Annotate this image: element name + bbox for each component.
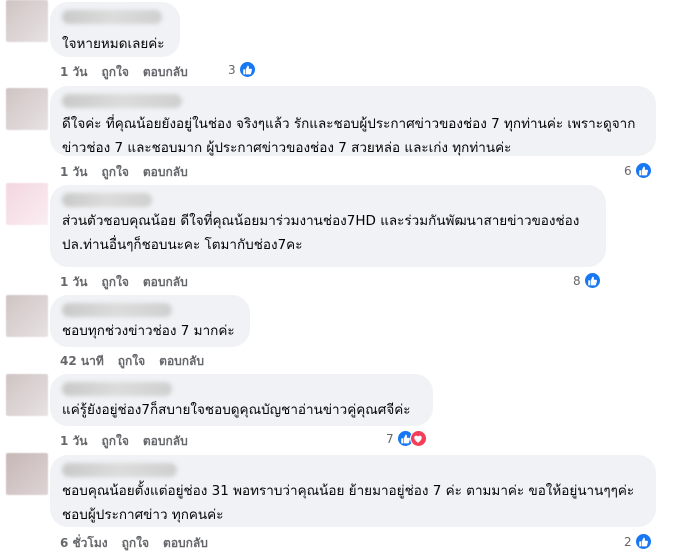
comment-text: ใจหายหมดเลยค่ะ [62, 36, 165, 52]
thumbs-up-icon [634, 533, 652, 550]
thumbs-up-icon [634, 162, 652, 179]
like-button[interactable]: ถูกใจ [118, 352, 145, 371]
comment-actions: 1 วัน ถูกใจ ตอบกลับ [60, 273, 188, 292]
like-button[interactable]: ถูกใจ [101, 163, 128, 182]
commenter-name-blurred[interactable] [62, 94, 182, 108]
comment-time[interactable]: 6 ชั่วโมง [60, 534, 108, 553]
reaction-summary[interactable]: 8 [573, 272, 601, 289]
reaction-count: 6 [624, 163, 632, 178]
comment-bubble: ส่วนตัวชอบคุณน้อย ดีใจที่คุณน้อยมาร่วมงา… [50, 185, 606, 267]
comment-text: ชอบทุกช่วงข่าวช่อง 7 มากค่ะ [62, 323, 235, 339]
commenter-name-blurred[interactable] [62, 10, 162, 24]
like-button[interactable]: ถูกใจ [122, 534, 149, 553]
like-button[interactable]: ถูกใจ [101, 432, 128, 451]
reply-button[interactable]: ตอบกลับ [143, 273, 188, 292]
commenter-name-blurred[interactable] [62, 303, 172, 317]
commenter-name-blurred[interactable] [62, 193, 152, 207]
like-button[interactable]: ถูกใจ [101, 273, 128, 292]
comment-time[interactable]: 1 วัน [60, 273, 87, 292]
comment-bubble: ใจหายหมดเลยค่ะ [50, 2, 180, 57]
comment-text: แค่รู้ยังอยู่ช่อง7ก็สบายใจชอบดูคุณบัญชาอ… [62, 402, 411, 418]
comment-actions: 42 นาที ถูกใจ ตอบกลับ [60, 352, 204, 371]
avatar[interactable] [6, 295, 48, 337]
reply-button[interactable]: ตอบกลับ [143, 432, 188, 451]
reaction-summary[interactable]: 7 [386, 430, 427, 447]
reaction-summary[interactable]: 2 [624, 533, 652, 550]
comment-bubble: แค่รู้ยังอยู่ช่อง7ก็สบายใจชอบดูคุณบัญชาอ… [50, 374, 433, 426]
avatar[interactable] [6, 183, 48, 225]
reaction-summary[interactable]: 6 [624, 162, 652, 179]
reply-button[interactable]: ตอบกลับ [143, 63, 188, 82]
reply-button[interactable]: ตอบกลับ [143, 163, 188, 182]
comment-time[interactable]: 1 วัน [60, 63, 87, 82]
like-button[interactable]: ถูกใจ [101, 63, 128, 82]
avatar[interactable] [6, 374, 48, 416]
comment-actions: 6 ชั่วโมง ถูกใจ ตอบกลับ [60, 534, 208, 553]
comment-time[interactable]: 1 วัน [60, 163, 87, 182]
reaction-summary[interactable]: 3 [228, 61, 256, 78]
comment-time[interactable]: 42 นาที [60, 352, 104, 371]
comment-bubble: ดีใจค่ะ ที่คุณน้อยยังอยู่ในช่อง จริงๆแล้… [50, 86, 656, 156]
avatar[interactable] [6, 88, 48, 130]
commenter-name-blurred[interactable] [62, 382, 172, 396]
comment-time[interactable]: 1 วัน [60, 432, 87, 451]
comment-actions: 1 วัน ถูกใจ ตอบกลับ [60, 432, 188, 451]
avatar[interactable] [6, 0, 48, 42]
comment-text: ส่วนตัวชอบคุณน้อย ดีใจที่คุณน้อยมาร่วมงา… [62, 213, 580, 253]
commenter-name-blurred[interactable] [62, 463, 177, 477]
reply-button[interactable]: ตอบกลับ [163, 534, 208, 553]
reaction-count: 8 [573, 273, 581, 288]
comment-text: ชอบคุณน้อยตั้งแต่อยู่ช่อง 31 พอทราบว่าคุ… [62, 483, 635, 523]
heart-icon [409, 430, 427, 447]
reaction-count: 2 [624, 534, 632, 549]
thumbs-up-icon [238, 61, 256, 78]
comment-bubble: ชอบคุณน้อยตั้งแต่อยู่ช่อง 31 พอทราบว่าคุ… [50, 455, 656, 527]
comment-text: ดีใจค่ะ ที่คุณน้อยยังอยู่ในช่อง จริงๆแล้… [62, 116, 636, 156]
comment-actions: 1 วัน ถูกใจ ตอบกลับ [60, 63, 188, 82]
reply-button[interactable]: ตอบกลับ [159, 352, 204, 371]
comment-actions: 1 วัน ถูกใจ ตอบกลับ [60, 163, 188, 182]
avatar[interactable] [6, 453, 48, 495]
reaction-count: 3 [228, 62, 236, 77]
thumbs-up-icon [583, 272, 601, 289]
comment-bubble: ชอบทุกช่วงข่าวช่อง 7 มากค่ะ [50, 295, 250, 347]
reaction-count: 7 [386, 431, 394, 446]
